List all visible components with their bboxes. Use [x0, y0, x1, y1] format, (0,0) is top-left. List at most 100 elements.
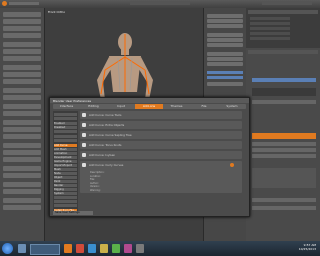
- tab-add-ons[interactable]: Add-ons: [135, 104, 163, 109]
- dimension-field[interactable]: [207, 71, 243, 74]
- addon-checkbox[interactable]: [82, 153, 86, 157]
- app-icon[interactable]: [112, 244, 120, 253]
- settings-box[interactable]: [252, 168, 316, 188]
- list-item[interactable]: [250, 27, 290, 30]
- category-item[interactable]: Disabled: [54, 126, 77, 129]
- addon-row[interactable]: Add Curve: Curve Sapling Tree: [80, 131, 242, 139]
- tool-button[interactable]: [3, 95, 41, 100]
- option-row[interactable]: [252, 154, 316, 158]
- addon-checkbox[interactable]: [82, 123, 86, 127]
- category-item[interactable]: Mesh: [54, 168, 77, 171]
- clock[interactable]: 9:57 AM 10/25/2013: [299, 243, 316, 251]
- category-item[interactable]: Render: [54, 184, 77, 187]
- tool-button[interactable]: [3, 56, 41, 61]
- tab-interface[interactable]: Interface: [53, 104, 80, 109]
- list-item[interactable]: [250, 22, 290, 25]
- tool-button[interactable]: [3, 120, 41, 125]
- scale-field[interactable]: [207, 52, 243, 56]
- folder-icon[interactable]: [100, 244, 108, 253]
- option-row[interactable]: [252, 142, 316, 146]
- tool-button[interactable]: [3, 88, 41, 93]
- tool-button[interactable]: [3, 134, 41, 139]
- addon-row[interactable]: Add Curve: IvyGen: [80, 151, 242, 159]
- category-item[interactable]: Object: [54, 176, 77, 179]
- explorer-icon[interactable]: [18, 244, 26, 253]
- blender-logo-icon[interactable]: [2, 1, 7, 6]
- option-row[interactable]: [252, 100, 316, 104]
- tool-button[interactable]: [3, 12, 41, 17]
- dimension-field[interactable]: [207, 82, 243, 86]
- tool-button[interactable]: [3, 143, 41, 148]
- location-z-field[interactable]: [207, 24, 243, 28]
- category-item[interactable]: Development: [54, 156, 77, 159]
- dialog-titlebar[interactable]: Blender User Preferences: [50, 98, 249, 103]
- location-y-field[interactable]: [207, 19, 243, 23]
- category-item[interactable]: [54, 204, 77, 207]
- addon-row[interactable]: Add Curve: Extra Objects: [80, 121, 242, 129]
- browser-icon[interactable]: [88, 244, 96, 253]
- tool-button[interactable]: [3, 198, 41, 203]
- start-button-icon[interactable]: [2, 243, 13, 254]
- tool-button[interactable]: [3, 111, 41, 116]
- save-user-settings-button[interactable]: Save User Settings: [53, 211, 93, 215]
- tool-button[interactable]: [3, 127, 41, 132]
- category-item[interactable]: [54, 135, 77, 138]
- tool-button[interactable]: [3, 72, 41, 77]
- app-icon[interactable]: [136, 244, 144, 253]
- category-item[interactable]: Enabled: [54, 122, 77, 125]
- tab-file[interactable]: File: [190, 104, 218, 109]
- category-item[interactable]: Add Mesh: [54, 148, 77, 151]
- category-item[interactable]: [54, 130, 77, 133]
- addon-checkbox[interactable]: [82, 163, 86, 167]
- tool-button[interactable]: [3, 182, 41, 187]
- scale-field[interactable]: [207, 62, 243, 66]
- option-row[interactable]: [252, 148, 316, 152]
- addon-row[interactable]: Add Curve: Torus Knots: [80, 141, 242, 149]
- tab-system[interactable]: System: [218, 104, 246, 109]
- category-item-add-curve[interactable]: Add Curve: [54, 144, 77, 147]
- tab-themes[interactable]: Themes: [163, 104, 190, 109]
- category-item[interactable]: [54, 117, 77, 120]
- category-item[interactable]: [54, 196, 77, 199]
- app-icon[interactable]: [124, 244, 132, 253]
- tool-button[interactable]: [3, 33, 41, 38]
- tool-button[interactable]: [3, 26, 41, 31]
- option-row[interactable]: [252, 198, 316, 202]
- list-box[interactable]: [252, 88, 316, 96]
- scale-field[interactable]: [207, 57, 243, 61]
- category-item[interactable]: System: [54, 192, 77, 195]
- outliner-header[interactable]: [248, 10, 318, 14]
- active-panel-header[interactable]: [252, 133, 316, 139]
- menu-row[interactable]: [9, 2, 39, 5]
- addon-checkbox[interactable]: [82, 113, 86, 117]
- rotation-field[interactable]: [207, 43, 243, 47]
- addon-checkbox[interactable]: [82, 133, 86, 137]
- category-item[interactable]: [54, 139, 77, 142]
- tool-button[interactable]: [3, 173, 41, 178]
- rotation-field[interactable]: [207, 33, 243, 37]
- properties-tabs[interactable]: [248, 50, 318, 54]
- category-item[interactable]: [54, 113, 77, 116]
- category-item[interactable]: Game Engine: [54, 160, 77, 163]
- category-item[interactable]: Paint: [54, 180, 77, 183]
- tool-button[interactable]: [3, 49, 41, 54]
- scene-field[interactable]: [130, 2, 190, 5]
- tab-editing[interactable]: Editing: [80, 104, 107, 109]
- addon-row[interactable]: Add Curve: Curve Tools: [80, 111, 242, 119]
- category-item[interactable]: Rigging: [54, 188, 77, 191]
- dimension-field[interactable]: [207, 76, 243, 79]
- taskbar-window-button[interactable]: [30, 244, 60, 255]
- tool-button[interactable]: [3, 189, 41, 194]
- media-icon[interactable]: [76, 244, 84, 253]
- category-item[interactable]: Animation: [54, 152, 77, 155]
- category-item[interactable]: [54, 200, 77, 203]
- option-row[interactable]: [252, 206, 316, 210]
- tool-button[interactable]: [3, 205, 41, 210]
- tool-button[interactable]: [3, 150, 41, 155]
- selection-field[interactable]: [252, 78, 316, 82]
- tab-input[interactable]: Input: [107, 104, 135, 109]
- addon-checkbox[interactable]: [82, 143, 86, 147]
- list-item[interactable]: [250, 37, 290, 40]
- list-item[interactable]: [250, 32, 290, 35]
- tool-button[interactable]: [3, 157, 41, 162]
